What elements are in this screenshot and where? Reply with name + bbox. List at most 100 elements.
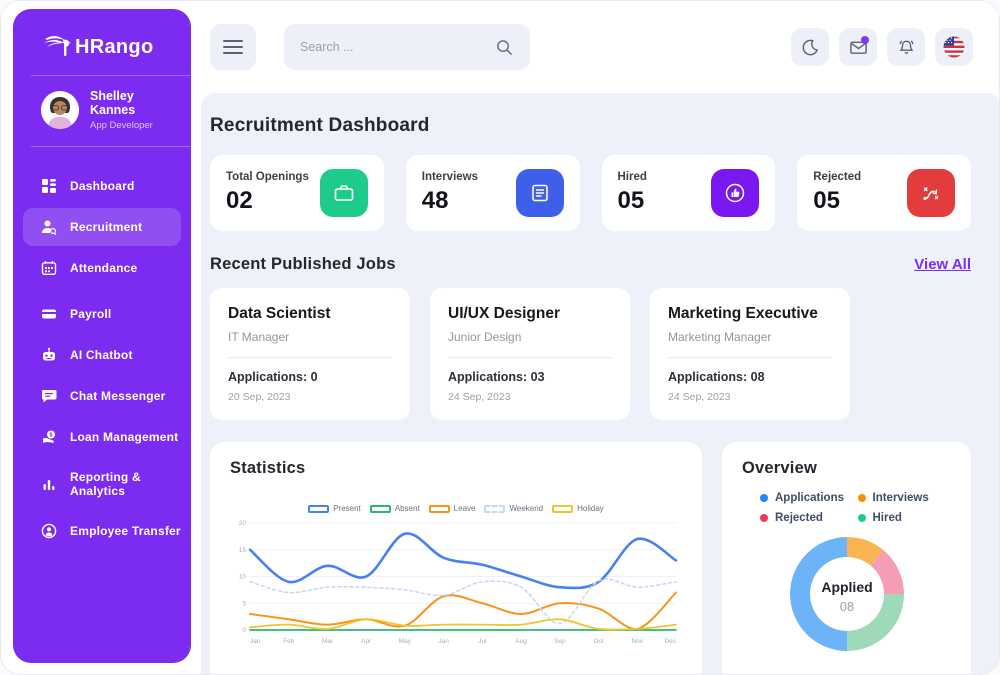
legend-item-applications: Applications [760,492,854,504]
user-name: Shelley Kannes [90,89,177,117]
search-input[interactable] [300,40,470,54]
sidebar-item-label: AI Chatbot [70,348,133,362]
legend-swatch [308,505,329,513]
donut-wrap: Applied08 [742,532,951,656]
card-icon [41,306,57,322]
sidebar-item-loan-management[interactable]: $ Loan Management [23,418,181,456]
sidebar-item-label: Loan Management [70,430,178,444]
svg-text:Mar: Mar [322,638,334,645]
svg-text:5: 5 [242,600,246,607]
svg-text:May: May [399,638,412,645]
sidebar-item-label: Attendance [70,261,137,275]
bell-icon [897,38,916,57]
svg-text:0: 0 [242,627,246,634]
stat-card-hired: Hired 05 [602,155,776,231]
job-card-data-scientist[interactable]: Data Scientist IT Manager Applications: … [210,288,410,420]
bottom-row: Statistics PresentAbsentLeaveWeekendHoli… [210,442,971,675]
job-title: Marketing Executive [668,305,832,323]
divider [668,357,832,358]
main-area: Recruitment Dashboard Total Openings 02 … [201,1,1000,675]
donut-center-value: 08 [839,599,853,614]
notifications-button[interactable] [887,28,925,66]
dark-mode-button[interactable] [791,28,829,66]
jobs-header: Recent Published Jobs View All [210,255,971,274]
sidebar-item-dashboard[interactable]: Dashboard [23,167,181,205]
svg-text:$: $ [49,432,52,438]
user-profile[interactable]: Shelley Kannes App Developer [13,76,191,144]
svg-text:Nov: Nov [631,638,643,645]
svg-text:Apr: Apr [361,638,372,645]
legend-swatch [552,505,573,513]
sidebar-nav: Dashboard Recruitment Attendance Payroll [13,147,191,550]
topbar [201,1,1000,93]
overview-donut-chart: Applied08 [785,532,909,656]
legend-item-hired: Hired [858,512,952,524]
job-card-uiux-designer[interactable]: UI/UX Designer Junior Design Application… [430,288,630,420]
sidebar-item-employee-transfer[interactable]: Employee Transfer [23,512,181,550]
briefcase-icon [320,169,368,217]
sidebar-item-ai-chatbot[interactable]: AI Chatbot [23,336,181,374]
stat-card-total-openings: Total Openings 02 [210,155,384,231]
grid-icon [41,178,57,194]
job-date: 24 Sep, 2023 [448,391,612,403]
menu-toggle-button[interactable] [210,24,256,70]
robot-icon [41,347,57,363]
messages-button[interactable] [839,28,877,66]
stat-value: 05 [618,187,647,215]
jobs-row: Data Scientist IT Manager Applications: … [210,288,971,420]
svg-text:15: 15 [239,547,247,554]
calendar-icon [41,260,57,276]
stats-row: Total Openings 02 Interviews 48 Hired 05 [210,155,971,231]
svg-text:Oct: Oct [593,638,603,645]
svg-text:Sep: Sep [554,638,566,645]
svg-text:10: 10 [239,574,247,581]
legend-item-absent[interactable]: Absent [370,504,420,513]
legend-label: Hired [873,512,902,524]
svg-text:Feb: Feb [283,638,295,645]
svg-text:Jan: Jan [250,638,261,645]
divider [448,357,612,358]
language-button[interactable] [935,28,973,66]
svg-text:Dec: Dec [664,638,676,645]
svg-text:Aug: Aug [515,638,527,645]
job-subtitle: IT Manager [228,330,392,344]
sidebar-item-attendance[interactable]: Attendance [23,249,181,287]
sidebar-item-reporting-analytics[interactable]: Reporting & Analytics [23,459,181,509]
interviews-dot [858,494,866,502]
avatar [41,91,79,129]
stat-label: Interviews [422,171,478,183]
search-icon[interactable] [495,38,514,57]
legend-label: Rejected [775,512,823,524]
legend-item-present[interactable]: Present [308,504,361,513]
stat-value: 05 [813,187,861,215]
legend-item-leave[interactable]: Leave [429,504,476,513]
sidebar-item-payroll[interactable]: Payroll [23,295,181,333]
loan-coin-icon: $ [41,429,57,445]
hired-dot [858,514,866,522]
stat-card-interviews: Interviews 48 [406,155,580,231]
chat-bubble-icon [41,388,57,404]
content-area: Recruitment Dashboard Total Openings 02 … [201,93,1000,675]
thumb-up-icon [711,169,759,217]
person-search-icon [41,219,57,235]
legend-label: Weekend [509,504,543,513]
sidebar-item-label: Recruitment [70,220,142,234]
page-title: Recruitment Dashboard [210,115,971,137]
legend-swatch [370,505,391,513]
job-subtitle: Junior Design [448,330,612,344]
sidebar-item-chat-messenger[interactable]: Chat Messenger [23,377,181,415]
overview-legend: Applications Interviews Rejected Hi [742,478,951,524]
job-card-marketing-executive[interactable]: Marketing Executive Marketing Manager Ap… [650,288,850,420]
us-flag-icon [943,36,965,58]
statistics-legend: Present Absent Leave Weekend Holiday [230,504,682,513]
job-applications: Applications: 08 [668,370,832,384]
sidebar-item-recruitment[interactable]: Recruitment [23,208,181,246]
stat-label: Total Openings [226,171,309,183]
legend-item-weekend[interactable]: Weekend [484,504,543,513]
stat-label: Rejected [813,171,861,183]
view-all-link[interactable]: View All [914,256,971,273]
legend-label: Applications [775,492,844,504]
stat-label: Hired [618,171,647,183]
legend-item-holiday[interactable]: Holiday [552,504,604,513]
svg-text:20: 20 [239,520,247,527]
